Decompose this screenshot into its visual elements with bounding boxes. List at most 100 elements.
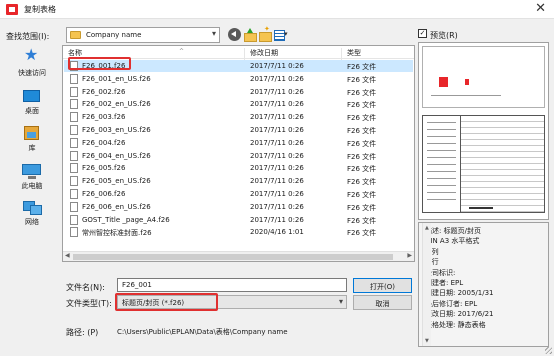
column-type[interactable]: 类型 <box>347 48 361 58</box>
place-library[interactable]: 库 <box>6 125 58 159</box>
file-icon <box>70 73 78 84</box>
app-icon <box>6 4 18 15</box>
file-icon <box>70 86 78 97</box>
library-icon <box>24 126 39 140</box>
scroll-down-icon[interactable]: ▼ <box>425 338 429 344</box>
logo-mark-icon <box>465 79 469 85</box>
preview-line <box>431 95 501 96</box>
file-icon <box>70 125 78 135</box>
place-network[interactable]: 网络 <box>6 198 58 232</box>
horizontal-scrollbar[interactable]: ◀ ▶ <box>63 251 414 261</box>
property-line: 最后修订者: EPL <box>425 299 478 308</box>
file-row[interactable]: F26_001_en_US.f26 2017/7/11 0:26 F26 文件 <box>64 73 413 85</box>
file-type: F26 文件 <box>347 178 377 187</box>
file-type: F26 文件 <box>347 229 377 238</box>
file-row[interactable]: F26_002_en_US.f26 2017/7/11 0:26 F26 文件 <box>64 98 413 110</box>
file-row[interactable]: F26_006.f26 2017/7/11 0:26 F26 文件 <box>64 188 413 200</box>
file-name: F26_003_en_US.f26 <box>82 126 151 134</box>
file-row[interactable]: F26_005_en_US.f26 2017/7/11 0:26 F26 文件 <box>64 175 413 187</box>
open-button[interactable]: 打开(O) <box>353 278 412 293</box>
scroll-right-icon[interactable]: ▶ <box>407 252 412 259</box>
up-folder-icon[interactable] <box>243 28 257 42</box>
property-line: 创建日期: 2005/1/31 <box>425 289 494 298</box>
back-icon[interactable] <box>228 28 241 41</box>
lookin-value: Company name <box>86 31 142 39</box>
selection-highlight <box>68 57 131 70</box>
file-type: F26 文件 <box>347 114 377 123</box>
filename-input[interactable]: F26_001 <box>117 278 347 292</box>
file-name: F26_005_en_US.f26 <box>82 177 151 186</box>
preview-line <box>469 207 493 209</box>
window-title: 复制表格 <box>24 5 56 14</box>
file-date: 2017/7/11 0:26 <box>250 190 304 198</box>
vertical-scrollbar[interactable]: ▲ ▼ <box>422 223 431 346</box>
sort-caret-icon: ^ <box>179 48 185 55</box>
file-name: F26_004.f26 <box>82 138 126 147</box>
view-menu-icon[interactable] <box>273 28 290 41</box>
quick-access-star-icon: ★ <box>24 45 39 64</box>
chevron-down-icon[interactable]: ▾ <box>212 29 216 38</box>
properties-pane: 描述: 标题页/封页 DIN A3 水平格式 1 列1 行公司标识: 创建者: EPL… <box>418 222 549 347</box>
file-icon <box>70 201 78 212</box>
new-folder-icon[interactable] <box>258 25 272 42</box>
file-name: F26_006.f26 <box>82 190 126 198</box>
place-label: 快速访问 <box>18 69 46 77</box>
file-icon <box>70 227 78 238</box>
place-quick-access[interactable]: ★ 快速访问 <box>6 47 58 81</box>
desktop-icon <box>23 90 40 102</box>
file-row[interactable]: GOST_Title _page_A4.f26 2017/7/11 0:26 F26… <box>64 214 413 226</box>
file-name: F26_005.f26 <box>82 164 126 173</box>
preview-checkbox[interactable]: ✓ <box>418 29 427 38</box>
file-type: F26 文件 <box>347 216 377 225</box>
file-icon <box>70 176 78 187</box>
column-date[interactable]: 修改日期 <box>250 48 278 58</box>
file-icon <box>70 189 78 199</box>
chevron-down-icon[interactable]: ▾ <box>339 297 343 306</box>
file-date: 2017/7/11 0:26 <box>250 215 304 224</box>
file-date: 2017/7/11 0:26 <box>250 151 304 160</box>
file-row[interactable]: F26_003_en_US.f26 2017/7/11 0:26 F26 文件 <box>64 124 413 136</box>
file-list[interactable]: 名称 ^ 修改日期 类型 F26_001.f26 2017/7/11 0:26 F2… <box>62 45 415 262</box>
file-row[interactable]: F26_006_en_US.f26 2017/7/11 0:26 F26 文件 <box>64 201 413 213</box>
file-row[interactable]: F26_003.f26 2017/7/11 0:26 F26 文件 <box>64 111 413 123</box>
file-icon <box>70 214 78 225</box>
scroll-left-icon[interactable]: ◀ <box>65 252 70 259</box>
file-row[interactable]: 常州智控标准封面.f26 2020/4/16 1:01 F26 文件 <box>64 226 413 238</box>
filetype-highlight <box>115 293 218 311</box>
file-name: GOST_Title _page_A4.f26 <box>82 215 170 224</box>
logo-icon <box>439 77 448 87</box>
file-date: 2017/7/11 0:26 <box>250 126 304 134</box>
file-date: 2017/7/11 0:26 <box>250 87 304 96</box>
path-label: 路径: (P) <box>66 328 99 337</box>
file-row[interactable]: F26_004_en_US.f26 2017/7/11 0:26 F26 文件 <box>64 150 413 162</box>
filename-label: 文件名(N): <box>66 283 105 292</box>
file-row[interactable]: F26_004.f26 2017/7/11 0:26 F26 文件 <box>64 137 413 149</box>
scroll-up-icon[interactable]: ▲ <box>425 225 429 231</box>
file-icon <box>70 163 78 174</box>
place-desktop[interactable]: 桌面 <box>6 88 58 122</box>
place-computer[interactable]: 此电脑 <box>6 162 58 196</box>
file-row[interactable]: F26_002.f26 2017/7/11 0:26 F26 文件 <box>64 86 413 98</box>
preview-label: 预览(R) <box>430 31 458 40</box>
preview-form-thumbnail <box>422 115 545 213</box>
file-date: 2017/7/11 0:26 <box>250 113 304 122</box>
lookin-combo[interactable]: Company name ▾ <box>66 27 220 43</box>
file-type: F26 文件 <box>347 63 377 71</box>
file-date: 2017/7/11 0:26 <box>250 164 304 173</box>
scroll-thumb[interactable] <box>73 254 393 260</box>
file-row[interactable]: F26_005.f26 2017/7/11 0:26 F26 文件 <box>64 162 413 174</box>
preview-pane <box>418 42 549 220</box>
file-icon <box>70 99 78 110</box>
computer-icon <box>22 164 41 179</box>
network-icon <box>23 199 42 215</box>
close-icon[interactable]: ✕ <box>535 1 546 16</box>
file-name: F26_003.f26 <box>82 113 126 122</box>
cancel-button[interactable]: 取消 <box>353 295 412 310</box>
title-bar: 复制表格 ✕ <box>0 0 554 19</box>
file-type: F26 文件 <box>347 191 377 199</box>
resize-grip-icon[interactable] <box>545 347 552 354</box>
file-type: F26 文件 <box>347 101 377 110</box>
file-type: F26 文件 <box>347 127 377 135</box>
file-type: F26 文件 <box>347 75 377 84</box>
file-name: F26_002_en_US.f26 <box>82 100 151 109</box>
